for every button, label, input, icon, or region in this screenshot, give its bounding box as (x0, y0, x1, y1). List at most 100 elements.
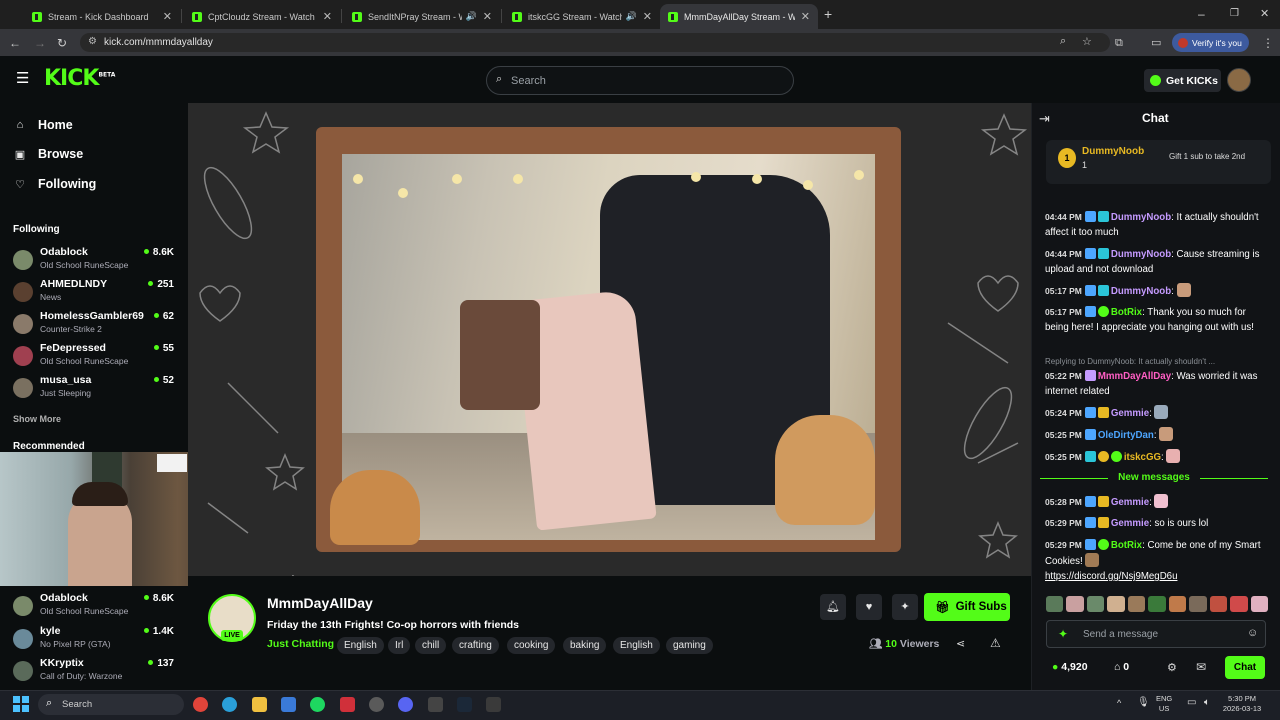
cast-icon[interactable]: ▭ (1151, 36, 1161, 50)
following-channel[interactable]: musa_usa Just Sleeping 52 (13, 374, 183, 406)
message-username[interactable]: Gemmie (1111, 497, 1149, 508)
new-tab-icon[interactable]: + (824, 7, 832, 21)
discord-icon[interactable] (398, 697, 413, 712)
taskbar-search-input[interactable]: ⌕ Search (38, 694, 184, 715)
chrome-icon[interactable] (193, 697, 208, 712)
message-username[interactable]: itskcGG (1124, 452, 1161, 463)
tray-chevron-icon[interactable]: ^ (1117, 698, 1121, 708)
gift-subs-button[interactable]: 🎁︎ Gift Subs (924, 593, 1010, 621)
emote-icon[interactable] (1230, 596, 1248, 612)
new-messages-divider[interactable]: New messages (1040, 472, 1268, 484)
stream-tag[interactable]: chill (415, 637, 447, 654)
clock[interactable]: 5:30 PM 2026-03-13 (1222, 694, 1262, 714)
close-tab-icon[interactable]: ✕ (323, 10, 332, 23)
following-channel[interactable]: FeDepressed Old School RuneScape 55 (13, 342, 183, 374)
collapse-chat-icon[interactable]: ⇥ (1039, 111, 1050, 127)
extensions-icon[interactable]: ⧉ (1115, 36, 1123, 50)
volume-icon[interactable]: 🔈︎ (1204, 697, 1210, 708)
sparkle-icon[interactable]: ✦ (1058, 627, 1068, 641)
subs-balance[interactable]: ⌂ 0 (1114, 661, 1129, 673)
sidebar-item-following[interactable]: ♡ Following (14, 177, 96, 191)
app-icon[interactable] (486, 697, 501, 712)
stream-tag[interactable]: gaming (666, 637, 713, 654)
show-more-link[interactable]: Show More (13, 414, 61, 424)
close-tab-icon[interactable]: ✕ (163, 10, 172, 23)
chat-settings-gear-icon[interactable]: ⚙ (1167, 661, 1177, 674)
emote-icon[interactable] (1046, 596, 1064, 612)
stream-tag[interactable]: cooking (507, 637, 556, 654)
close-tab-icon[interactable]: ✕ (643, 10, 652, 23)
file-explorer-icon[interactable] (252, 697, 267, 712)
opera-icon[interactable] (340, 697, 355, 712)
browser-menu-icon[interactable]: ⋮ (1262, 36, 1274, 50)
spotify-icon[interactable] (310, 697, 325, 712)
stream-category-link[interactable]: Just Chatting (267, 638, 334, 650)
restore-icon[interactable]: ❐ (1230, 7, 1239, 21)
discord-link[interactable]: https://discord.gg/Nsj9MegD6u (1045, 571, 1177, 582)
stream-tag[interactable]: crafting (452, 637, 499, 654)
emote-icon[interactable] (1127, 596, 1146, 612)
message-username[interactable]: BotRix (1111, 540, 1142, 551)
emote-icon[interactable] (1209, 596, 1228, 612)
message-username[interactable]: OleDirtyDan (1098, 430, 1154, 441)
streamer-name[interactable]: MmmDayAllDay (267, 595, 373, 611)
message-username[interactable]: DummyNoob (1111, 212, 1171, 223)
windows-start-icon[interactable] (13, 696, 29, 712)
microphone-icon[interactable]: 🎙︎ (1137, 697, 1150, 708)
browser-tab-5[interactable]: MmmDayAllDay Stream - Watc ✕ (660, 4, 818, 29)
recommended-channel[interactable]: Odablock Old School RuneScape 8.6K (13, 592, 183, 624)
speaker-icon[interactable]: 🔊 (626, 11, 637, 22)
obs-icon[interactable] (369, 697, 384, 712)
message-username[interactable]: MmmDayAllDay (1098, 371, 1171, 382)
minimize-icon[interactable]: – (1198, 7, 1205, 21)
chat-message-input[interactable]: ✦ Send a message ☺ (1046, 620, 1266, 648)
message-username[interactable]: DummyNoob (1111, 286, 1171, 297)
emote-icon[interactable] (1148, 596, 1166, 612)
gifter-name[interactable]: DummyNoob (1082, 146, 1144, 157)
kick-logo[interactable]: KICKBETA (44, 66, 115, 91)
user-avatar[interactable] (1227, 68, 1251, 92)
emoji-picker-icon[interactable]: ☺ (1247, 627, 1258, 639)
speaker-icon[interactable]: 🔊 (466, 11, 477, 22)
site-info-icon[interactable]: ⚙ (88, 36, 97, 47)
profile-verify-button[interactable]: Verify it's you (1172, 33, 1249, 52)
emote-icon[interactable] (1189, 596, 1207, 612)
edge-icon[interactable] (222, 697, 237, 712)
send-chat-button[interactable]: Chat (1225, 656, 1265, 679)
emote-icon[interactable] (1086, 596, 1105, 612)
message-username[interactable]: Gemmie (1111, 518, 1149, 529)
close-tab-icon[interactable]: ✕ (801, 10, 810, 23)
bookmark-star-icon[interactable]: ☆ (1082, 35, 1092, 48)
stream-tag[interactable]: baking (563, 637, 607, 654)
following-channel[interactable]: HomelessGambler69 Counter-Strike 2 62 (13, 310, 183, 342)
sidebar-item-browse[interactable]: ▣ Browse (14, 147, 83, 161)
get-kicks-button[interactable]: Get KICKs (1144, 69, 1221, 92)
sparkle-button[interactable]: ✦ (892, 594, 918, 620)
message-username[interactable]: Gemmie (1111, 408, 1149, 419)
hamburger-menu-icon[interactable]: ☰ (16, 71, 29, 86)
message-username[interactable]: DummyNoob (1111, 249, 1171, 260)
stream-tag[interactable]: English (613, 637, 660, 654)
emote-icon[interactable] (1250, 596, 1268, 612)
notifications-bell-button[interactable]: 🔔︎ (820, 594, 846, 620)
zoom-icon[interactable]: ⌕ (1060, 35, 1066, 48)
recommended-channel[interactable]: kyle No Pixel RP (GTA) 1.4K (13, 625, 183, 657)
app-icon[interactable] (428, 697, 443, 712)
reload-icon[interactable]: ↻ (57, 36, 67, 50)
browser-tab-4[interactable]: itskcGG Stream - Watch Liv 🔊 ✕ (504, 4, 660, 29)
browser-tab-3[interactable]: SendItNPray Stream - Watc 🔊 ✕ (344, 4, 500, 29)
stream-tag[interactable]: Irl (388, 637, 411, 654)
following-channel[interactable]: AHMEDLNDY News 251 (13, 278, 183, 310)
chat-rules-icon[interactable]: ✉ (1196, 660, 1206, 674)
message-username[interactable]: BotRix (1111, 307, 1142, 318)
gift-sub-prompt[interactable]: Gift 1 sub to take 2nd (1169, 152, 1269, 161)
browser-tab-2[interactable]: CptCloudz Stream - Watch Live ✕ (184, 4, 340, 29)
search-input[interactable]: ⌕ Search (486, 66, 794, 95)
stream-tag[interactable]: English (337, 637, 384, 654)
network-icon[interactable]: ▭ (1187, 697, 1196, 708)
following-channel[interactable]: Odablock Old School RuneScape 8.6K (13, 246, 183, 278)
address-bar[interactable]: ⚙ kick.com/mmmdayallday ⌕ ☆ (80, 33, 1110, 52)
close-window-icon[interactable]: ✕ (1260, 7, 1269, 21)
store-icon[interactable] (281, 697, 296, 712)
emote-icon[interactable] (1107, 596, 1125, 612)
